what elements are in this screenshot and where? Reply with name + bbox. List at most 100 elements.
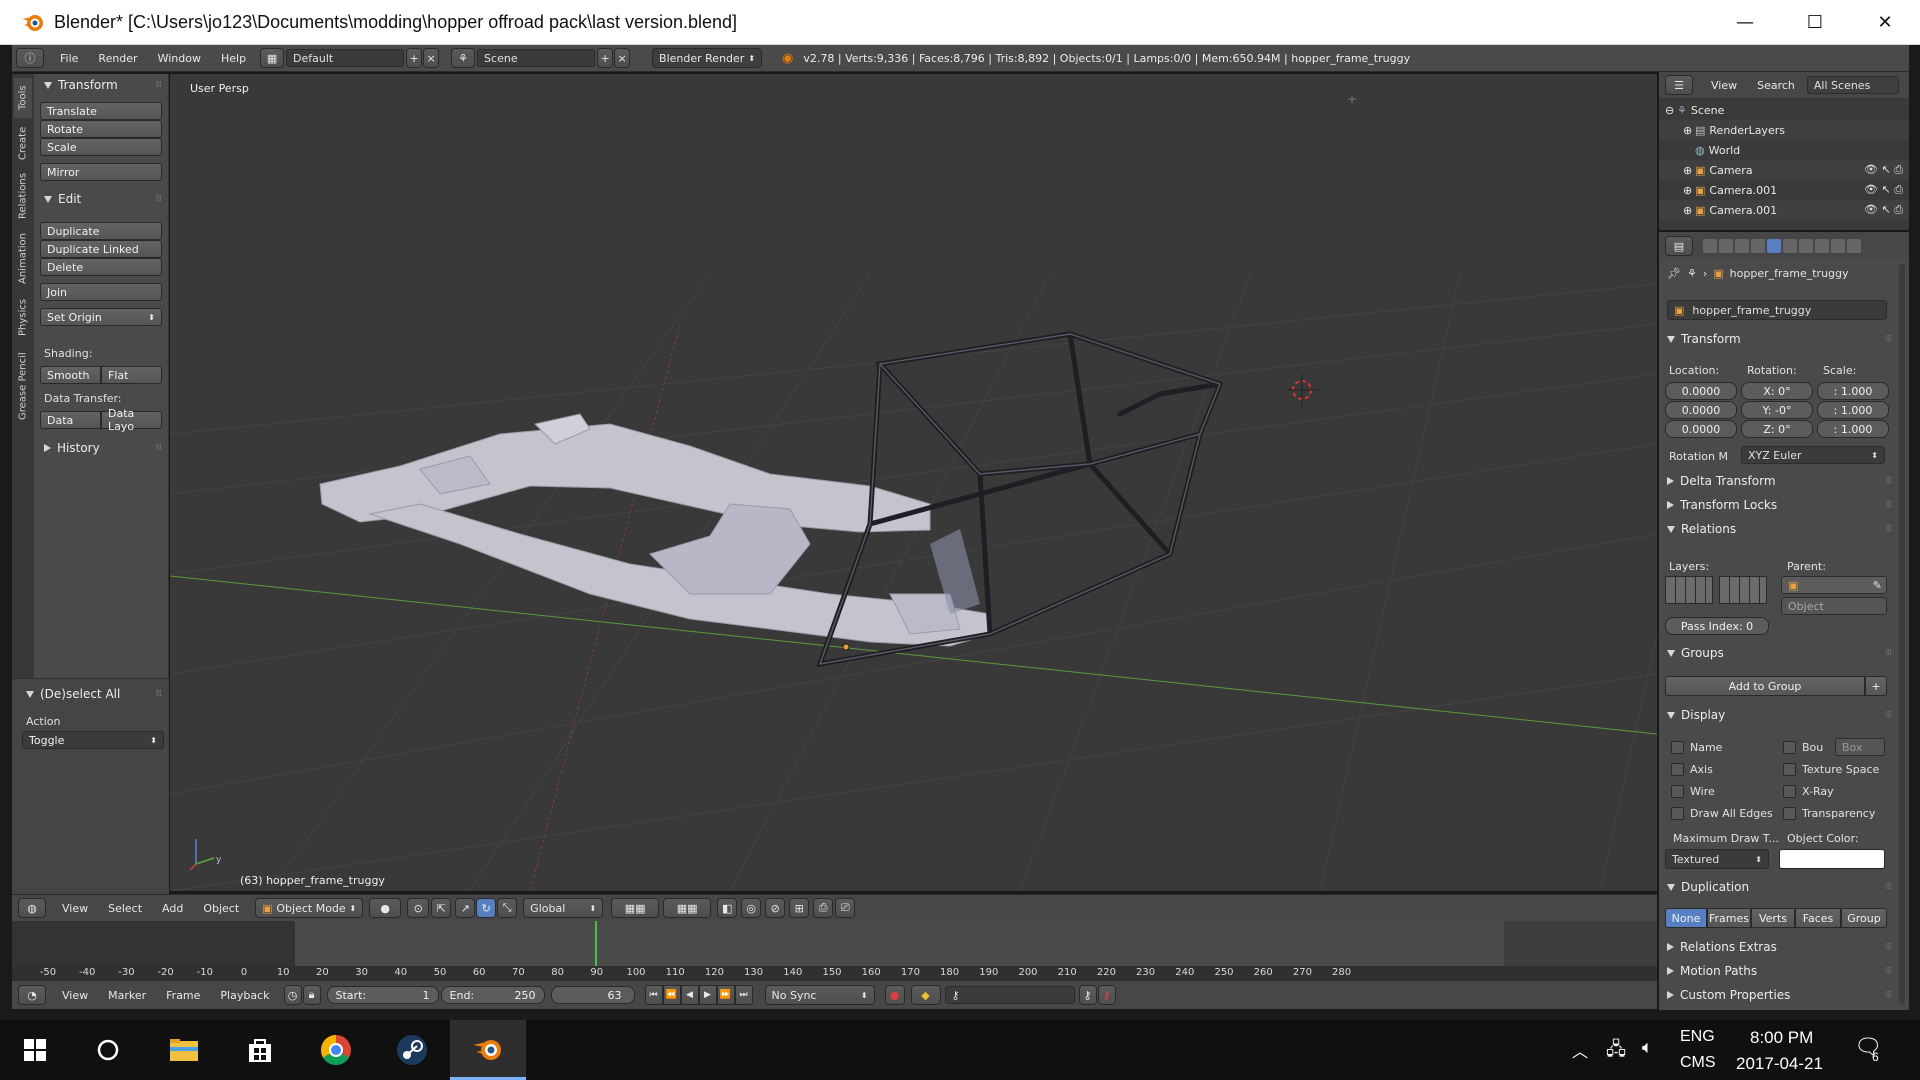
proportional-edit-toggle[interactable]: ◎ bbox=[741, 898, 762, 918]
sync-mode-select[interactable]: No Sync ⬍ bbox=[764, 985, 875, 1005]
set-origin-dropdown[interactable]: Set Origin ⬍ bbox=[40, 308, 162, 326]
maximize-button[interactable]: ☐ bbox=[1780, 0, 1850, 45]
tab-physics[interactable]: Physics bbox=[14, 294, 32, 342]
chrome-button[interactable] bbox=[298, 1020, 374, 1080]
outliner-row-scene[interactable]: ⊖ ⚘ Scene bbox=[1659, 100, 1909, 120]
custom-properties-section-header[interactable]: Custom Properties ⁞⁞⁞ bbox=[1663, 984, 1899, 1006]
show-name-checkbox[interactable] bbox=[1671, 741, 1684, 754]
drag-grip-icon[interactable]: ⁞⁞⁞ bbox=[1885, 334, 1892, 344]
jump-start-button[interactable]: ⏮ bbox=[644, 985, 663, 1005]
drag-grip-icon[interactable]: ⁞⁞⁞ bbox=[155, 689, 162, 699]
new-group-button[interactable]: + bbox=[1865, 676, 1887, 696]
preview-range-toggle[interactable]: ◷ bbox=[283, 985, 302, 1005]
material-tab-icon[interactable] bbox=[1831, 239, 1845, 253]
lock-range-toggle[interactable]: 🔒︎ bbox=[302, 985, 321, 1005]
remove-scene-button[interactable]: × bbox=[614, 48, 631, 68]
shade-flat-button[interactable]: Flat bbox=[101, 366, 162, 384]
duplication-frames-button[interactable]: Frames bbox=[1707, 908, 1751, 928]
action-center-button[interactable]: 🗨︎ 6 bbox=[1850, 1034, 1886, 1068]
duplicate-button[interactable]: Duplicate bbox=[40, 222, 162, 240]
editor-type-outliner-button[interactable]: ☰ bbox=[1665, 75, 1693, 95]
language-top[interactable]: ENG bbox=[1680, 1028, 1715, 1046]
transform-panel-header[interactable]: Transform ⁞⁞⁞ bbox=[34, 74, 169, 96]
relations-extras-section-header[interactable]: Relations Extras ⁞⁞⁞ bbox=[1663, 936, 1899, 958]
show-axis-checkbox[interactable] bbox=[1671, 763, 1684, 776]
drag-grip-icon[interactable]: ⁞⁞⁞ bbox=[1885, 710, 1892, 720]
expand-plus-icon[interactable]: ⊕ bbox=[1683, 164, 1695, 177]
outliner-row-camera[interactable]: ⊕ ▣ Camera 👁︎ ↖ ⎙ bbox=[1659, 160, 1909, 180]
object-layers-grid-b[interactable] bbox=[1719, 576, 1767, 604]
render-tab-icon[interactable] bbox=[1703, 239, 1717, 253]
rotation-y-field[interactable]: Y: -0° bbox=[1741, 401, 1813, 419]
editor-type-timeline-button[interactable]: ◔ bbox=[18, 985, 46, 1005]
show-texture-space-checkbox[interactable] bbox=[1783, 763, 1796, 776]
max-draw-type-select[interactable]: Textured ⬍ bbox=[1665, 849, 1769, 869]
world-tab-icon[interactable] bbox=[1751, 239, 1765, 253]
show-bounds-checkbox[interactable] bbox=[1783, 741, 1796, 754]
layout-name-field[interactable]: Default bbox=[286, 49, 405, 67]
outliner-row-world[interactable]: ◍ World bbox=[1659, 140, 1909, 160]
steam-button[interactable] bbox=[374, 1020, 450, 1080]
timeline-ruler[interactable]: -50 -40 -30 -20 -10 0 10 20 30 40 50 60 70 80 90 100 110… bbox=[12, 966, 1657, 981]
play-reverse-button[interactable]: ◀ bbox=[680, 985, 699, 1005]
object-color-swatch[interactable] bbox=[1779, 849, 1885, 869]
scene-layers-grid-1[interactable]: ▦▦ bbox=[611, 898, 660, 918]
history-panel-header[interactable]: History ⁞⁞⁞ bbox=[34, 437, 169, 459]
object-name-field[interactable]: ▣ hopper_frame_truggy bbox=[1667, 300, 1887, 320]
operator-panel-header[interactable]: (De)select All ⁞⁞⁞ bbox=[16, 683, 169, 705]
drag-grip-icon[interactable]: ⁞⁞⁞ bbox=[1885, 500, 1892, 510]
scale-button[interactable]: Scale bbox=[40, 138, 162, 156]
scale-z-field[interactable]: : 1.000 bbox=[1817, 420, 1889, 438]
groups-section-header[interactable]: Groups ⁞⁞⁞ bbox=[1663, 642, 1899, 664]
tab-grease-pencil[interactable]: Grease Pencil bbox=[14, 346, 32, 426]
object-layers-grid-a[interactable] bbox=[1665, 576, 1713, 604]
constraints-tab-icon[interactable] bbox=[1783, 239, 1797, 253]
menu-render[interactable]: Render bbox=[88, 45, 147, 72]
rotate-manipulator-button[interactable]: ↻ bbox=[476, 898, 497, 918]
viewport-shading-select[interactable]: ● bbox=[369, 898, 402, 918]
delta-transform-section-header[interactable]: Delta Transform ⁞⁞⁞ bbox=[1663, 470, 1899, 492]
edit-panel-header[interactable]: Edit ⁞⁞⁞ bbox=[34, 188, 169, 210]
duplication-group-button[interactable]: Group bbox=[1841, 908, 1887, 928]
keying-set-toggle[interactable]: ◆ bbox=[910, 985, 941, 1005]
tab-create[interactable]: Create bbox=[14, 122, 32, 164]
scale-x-field[interactable]: : 1.000 bbox=[1817, 382, 1889, 400]
close-button[interactable]: ✕ bbox=[1850, 0, 1920, 45]
rotation-mode-select[interactable]: XYZ Euler ⬍ bbox=[1741, 446, 1885, 464]
delete-button[interactable]: Delete bbox=[40, 258, 162, 276]
snap-toggle[interactable]: ⊘ bbox=[765, 898, 786, 918]
timeline-editor[interactable]: -50 -40 -30 -20 -10 0 10 20 30 40 50 60 70 80 90 100 110… bbox=[12, 921, 1657, 981]
duplication-none-button[interactable]: None bbox=[1665, 908, 1707, 928]
snap-element-select[interactable]: ⊞ bbox=[789, 898, 810, 918]
motion-paths-section-header[interactable]: Motion Paths ⁞⁞⁞ bbox=[1663, 960, 1899, 982]
language-bottom[interactable]: CMS bbox=[1680, 1054, 1716, 1072]
drag-grip-icon[interactable]: ⁞⁞⁞ bbox=[1885, 990, 1892, 1000]
file-explorer-button[interactable] bbox=[146, 1020, 222, 1080]
drag-grip-icon[interactable]: ⁞⁞⁞ bbox=[155, 80, 162, 90]
outliner-row-camera-001b[interactable]: ⊕ ▣ Camera.001 👁︎ ↖ ⎙ bbox=[1659, 200, 1909, 220]
translate-button[interactable]: Translate bbox=[40, 102, 162, 120]
drag-grip-icon[interactable]: ⁞⁞⁞ bbox=[1885, 648, 1892, 658]
expand-plus-icon[interactable]: ⊕ bbox=[1683, 124, 1695, 137]
mode-select[interactable]: ▣ Object Mode ⬍ bbox=[255, 898, 364, 918]
network-icon[interactable]: 🖧︎ bbox=[1606, 1037, 1626, 1067]
minimize-button[interactable]: — bbox=[1710, 0, 1780, 45]
duplication-section-header[interactable]: Duplication ⁞⁞⁞ bbox=[1663, 876, 1899, 898]
current-frame-field[interactable]: 63 bbox=[550, 986, 635, 1004]
eyedropper-icon[interactable]: ✎ bbox=[1873, 579, 1882, 592]
add-layout-button[interactable]: + bbox=[406, 48, 423, 68]
timeline-playhead[interactable] bbox=[595, 921, 597, 966]
properties-scrollbar[interactable] bbox=[1899, 264, 1905, 1004]
viewport-menu-object[interactable]: Object bbox=[193, 895, 249, 922]
scene-selector-button[interactable]: ⚘ bbox=[451, 48, 476, 68]
drag-grip-icon[interactable]: ⁞⁞⁞ bbox=[155, 443, 162, 453]
visibility-eye-icon[interactable]: 👁︎ ↖ ⎙ bbox=[1864, 163, 1903, 177]
rotation-z-field[interactable]: Z: 0° bbox=[1741, 420, 1813, 438]
end-frame-field[interactable]: End: 250 bbox=[440, 986, 545, 1004]
play-button[interactable]: ▶ bbox=[698, 985, 717, 1005]
expand-plus-icon[interactable]: ⊕ bbox=[1683, 204, 1695, 217]
drag-grip-icon[interactable]: ⁞⁞⁞ bbox=[1885, 476, 1892, 486]
data-layout-button[interactable]: Data Layo bbox=[101, 407, 162, 433]
scale-manipulator-button[interactable]: ⤡ bbox=[497, 898, 518, 918]
location-z-field[interactable]: 0.0000 bbox=[1665, 420, 1737, 438]
